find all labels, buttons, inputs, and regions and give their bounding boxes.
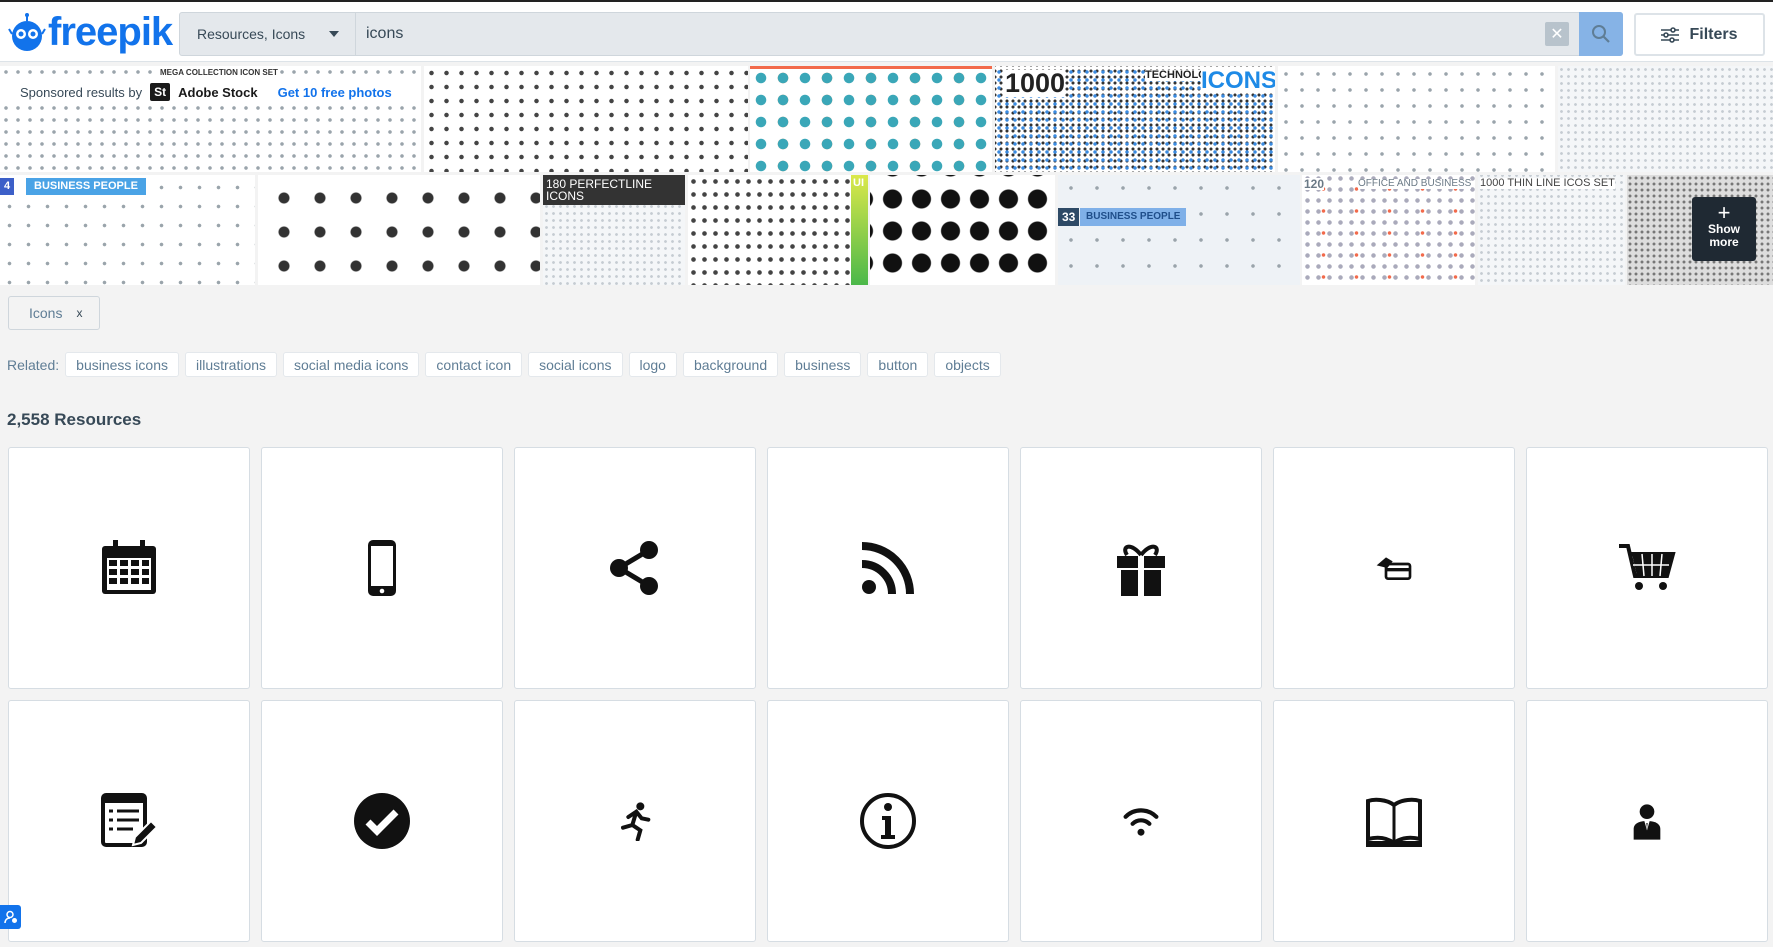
scope-label: Resources, Icons [197,26,306,42]
result-card[interactable] [1273,447,1515,689]
adobe-stock-logo: St [150,83,171,101]
related-label: Related: [7,356,60,373]
result-card[interactable] [1020,447,1262,689]
shopping-cart-icon [1619,544,1676,590]
thumb-title: ICONS [1201,69,1275,93]
show-more-label: Show more [1708,222,1740,249]
thumb-badge: 120 [1304,177,1325,191]
freepik-logo[interactable]: freepik [8,10,173,54]
related-tag[interactable]: logo [628,352,677,377]
related-tag[interactable]: button [867,352,929,377]
thumb-title: 1000 THIN LINE ICOS SET [1480,177,1615,189]
sponsored-thumb[interactable] [1278,66,1555,172]
thumb-title: 1000 [1005,68,1066,98]
sliders-icon [1661,26,1680,43]
edit-form-icon [101,793,159,847]
adobe-stock-name: Adobe Stock [178,84,258,100]
result-card[interactable] [514,700,756,942]
sponsored-label: Sponsored results by [20,84,143,100]
related-tag[interactable]: background [682,352,779,377]
thumb-title: 180 PERFECTLINE ICONS [543,175,685,205]
header: freepik Resources, Icons ✕ Filters [0,2,1773,62]
thumb-badge: 4 [0,178,15,195]
sponsored-thumb-contact-icons[interactable] [870,175,1055,285]
related-tags: Related: business icons illustrations so… [7,352,1001,377]
result-card[interactable] [767,447,1009,689]
thumb-title: MEGA COLLECTION ICON SET [158,68,280,77]
thumb-title: BUSINESS PEOPLE [26,178,146,195]
result-card[interactable] [1526,447,1768,689]
runner-icon [621,802,651,841]
rss-icon [861,542,914,595]
filters-button[interactable]: Filters [1634,13,1765,56]
sponsored-thumb-1000-icons[interactable]: 1000 TECHNOLOGY ICONS [995,66,1275,172]
thumb-title: BUSINESS PEOPLE [1080,208,1187,226]
result-card[interactable] [1020,700,1262,942]
gift-icon [1117,544,1165,596]
freepik-mascot-icon [8,13,46,51]
thumb-badge: 33 [1058,208,1080,226]
filters-label: Filters [1689,25,1738,43]
show-more-button[interactable]: + Show more [1692,197,1756,261]
result-card[interactable] [767,700,1009,942]
get-free-photos-link[interactable]: Get 10 free photos [278,85,392,100]
sponsored-thumb-business-people[interactable]: 4 BUSINESS PEOPLE [0,175,255,285]
user-support-icon [3,910,17,924]
businessman-icon [1633,804,1661,840]
result-card[interactable] [261,700,503,942]
info-icon [860,793,916,849]
card-payment-icon [1376,557,1412,580]
logo-text: freepik [48,10,173,54]
share-icon [610,541,658,595]
chip-label: Icons [29,305,63,321]
related-tag[interactable]: contact icon [425,352,523,377]
sponsored-thumb[interactable] [258,175,540,285]
result-card[interactable] [8,447,250,689]
result-card[interactable] [514,447,756,689]
sponsored-thumb[interactable] [424,66,748,172]
search-input[interactable] [356,13,1545,55]
check-circle-icon [354,793,410,849]
related-tag[interactable]: illustrations [184,352,278,377]
sponsored-thumb[interactable] [1558,66,1773,172]
sponsored-thumb-perfectline[interactable]: 180 PERFECTLINE ICONS [543,175,685,285]
results-grid [8,447,1768,942]
sponsored-bar: Sponsored results by St Adobe Stock Get … [0,80,421,104]
related-tag[interactable]: business icons [65,352,179,377]
wifi-icon [1123,808,1159,836]
search-icon [1592,25,1610,43]
support-button[interactable] [0,905,21,929]
result-card[interactable] [261,447,503,689]
close-icon[interactable]: ✕ [1545,22,1569,46]
related-tag[interactable]: business [784,352,862,377]
sponsored-thumb-thin-line[interactable]: 1000 THIN LINE ICOS SET [1478,175,1625,285]
sponsored-thumb-ui[interactable]: UI [851,175,868,285]
search-button[interactable] [1579,12,1623,56]
open-book-icon [1366,797,1422,847]
related-tag[interactable]: social icons [528,352,623,377]
sponsored-thumb[interactable] [750,66,992,172]
calendar-icon [102,540,156,594]
sponsored-thumb-33-business-people[interactable]: 33 BUSINESS PEOPLE [1058,175,1300,285]
sponsored-thumb-mega-collection[interactable]: MEGA COLLECTION ICON SET Sponsored resul… [0,66,421,172]
search-bar: Resources, Icons ✕ [179,12,1623,56]
related-tag[interactable]: objects [934,352,1001,377]
search-scope-dropdown[interactable]: Resources, Icons [180,13,356,55]
smartphone-icon [368,540,396,596]
related-tag[interactable]: social media icons [283,352,420,377]
active-filter-chip[interactable]: Icons x [8,296,100,330]
thumb-title: UI [853,177,864,189]
remove-filter-icon[interactable]: x [76,306,82,320]
result-card[interactable] [8,700,250,942]
thumb-title: OFFICE AND BUSINESS [1358,178,1472,189]
plus-icon: + [1717,200,1731,225]
results-count: 2,558 Resources [7,410,142,429]
result-card[interactable] [1273,700,1515,942]
result-card[interactable] [1526,700,1768,942]
sponsored-thumb[interactable] [688,175,851,285]
caret-down-icon [329,31,339,37]
sponsored-thumb-office-business[interactable]: 120 OFFICE AND BUSINESS [1302,175,1475,285]
